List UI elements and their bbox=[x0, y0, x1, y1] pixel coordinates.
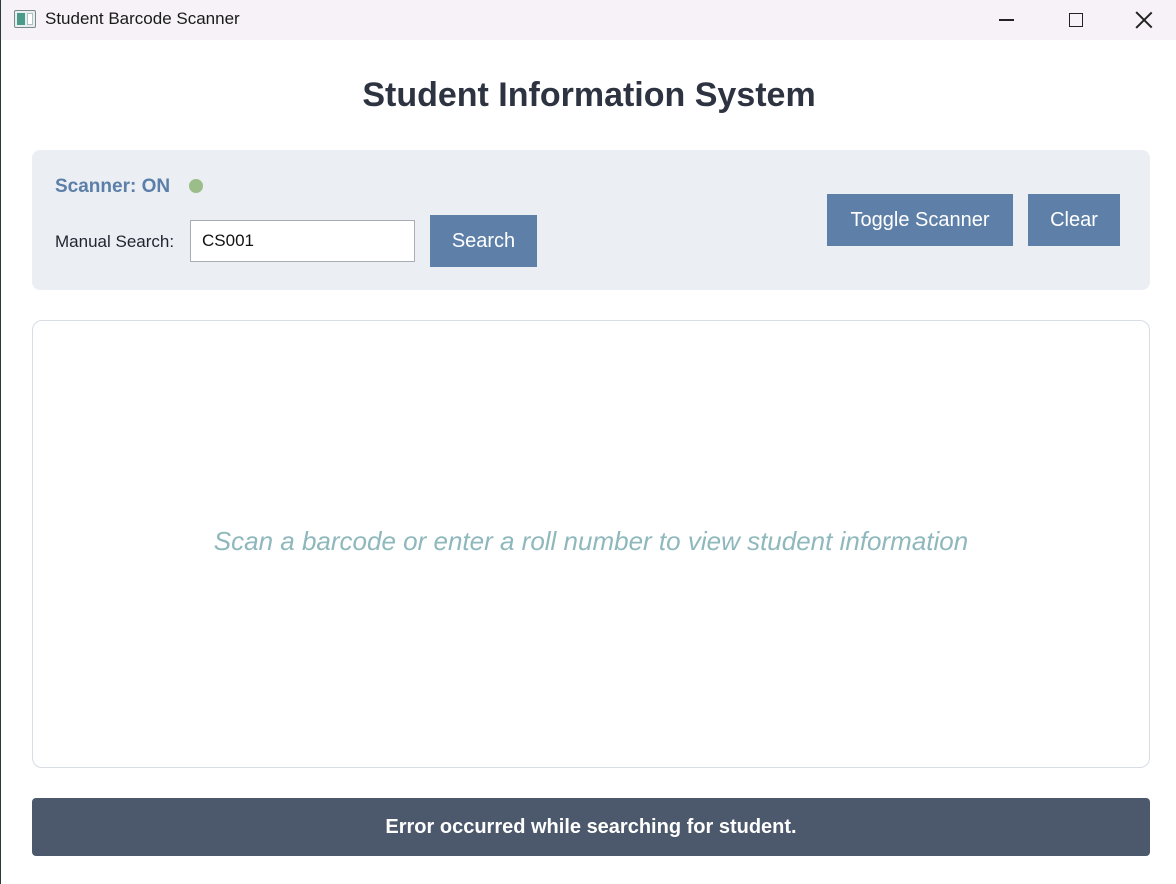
status-bar: Error occurred while searching for stude… bbox=[32, 798, 1150, 856]
app-window: Student Barcode Scanner Student Informat… bbox=[0, 0, 1176, 884]
scanner-status-indicator bbox=[189, 179, 203, 193]
maximize-icon bbox=[1069, 13, 1083, 27]
title-bar[interactable]: Student Barcode Scanner bbox=[1, 0, 1176, 40]
window-title: Student Barcode Scanner bbox=[45, 9, 240, 28]
toggle-scanner-button[interactable]: Toggle Scanner bbox=[827, 194, 1013, 246]
manual-search-label: Manual Search: bbox=[55, 232, 175, 251]
student-info-panel: Scan a barcode or enter a roll number to… bbox=[32, 320, 1150, 768]
info-placeholder-text: Scan a barcode or enter a roll number to… bbox=[213, 526, 969, 556]
page-title: Student Information System bbox=[362, 76, 816, 114]
app-icon bbox=[14, 10, 36, 28]
minimize-button[interactable] bbox=[971, 0, 1041, 40]
minimize-icon bbox=[998, 19, 1014, 21]
search-input[interactable] bbox=[190, 220, 415, 262]
close-icon bbox=[1135, 11, 1153, 29]
scanner-status: Scanner: ON bbox=[55, 176, 171, 197]
clear-button[interactable]: Clear bbox=[1028, 194, 1120, 246]
maximize-button[interactable] bbox=[1041, 0, 1111, 40]
close-button[interactable] bbox=[1109, 0, 1176, 40]
status-message: Error occurred while searching for stude… bbox=[385, 815, 797, 838]
search-button[interactable]: Search bbox=[430, 215, 537, 267]
control-panel: Scanner: ON Manual Search: Search Toggle… bbox=[32, 150, 1150, 290]
